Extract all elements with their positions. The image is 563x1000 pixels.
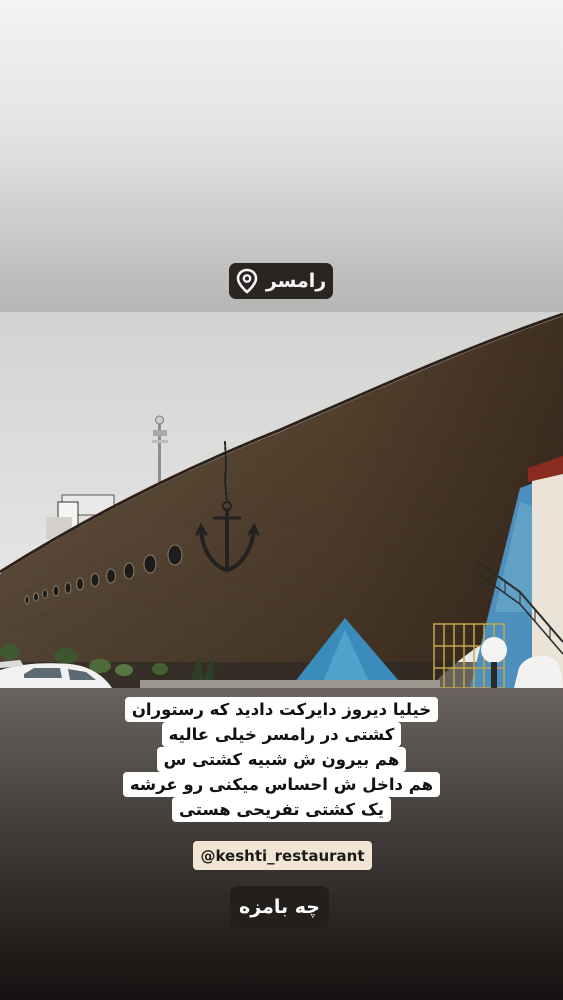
caption-line-2: کشتی در رامسر خیلی عالیه [161, 722, 402, 747]
reply-text-label: چه بامزه [239, 896, 320, 918]
reply-text-sticker: چه بامزه [230, 886, 329, 928]
caption-line-4: هم داخل ش احساس میکنی رو عرشه [122, 772, 441, 797]
story-caption: خیلیا دیروز دایرکت دادید که رستوران کشتی… [110, 697, 453, 822]
mention-sticker[interactable]: @keshti_restaurant [193, 841, 372, 870]
ship-restaurant-photo [0, 312, 563, 688]
mention-label: @keshti_restaurant [200, 846, 365, 865]
caption-line-1: خیلیا دیروز دایرکت دادید که رستوران [124, 697, 439, 722]
location-pin-icon [236, 268, 258, 294]
caption-line-3: هم بیرون ش شبیه کشتی س [156, 747, 407, 772]
caption-line-5: یک کشتی تفریحی هستی [172, 797, 391, 822]
location-sticker[interactable]: رامسر [229, 263, 333, 299]
location-label: رامسر [265, 270, 327, 292]
